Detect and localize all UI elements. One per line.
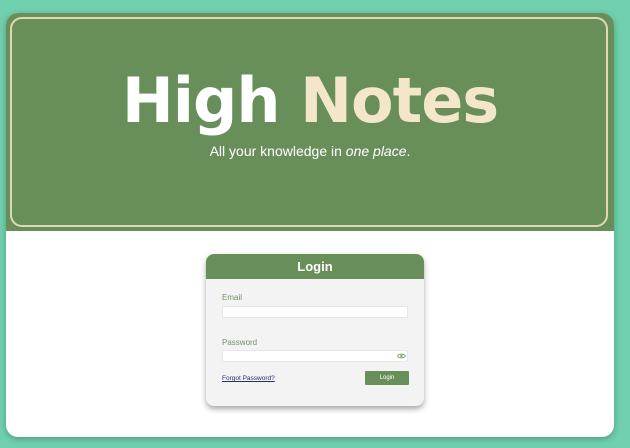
tagline-prefix: All your knowledge in <box>209 143 346 159</box>
password-field[interactable] <box>222 350 408 362</box>
app-title: High Notes <box>6 65 614 137</box>
email-label: Email <box>222 293 243 302</box>
login-button[interactable]: Login <box>365 371 409 385</box>
forgot-password-link[interactable]: Forgot Password? <box>222 375 275 382</box>
app-window: High Notes All your knowledge in one pla… <box>6 13 614 437</box>
email-field[interactable] <box>222 306 408 318</box>
tagline: All your knowledge in one place. <box>6 143 614 159</box>
title-word-high: High <box>121 64 281 137</box>
eye-icon[interactable] <box>397 352 406 360</box>
tagline-suffix: . <box>406 143 411 159</box>
title-word-notes: Notes <box>300 64 499 137</box>
password-label: Password <box>222 338 258 347</box>
login-card: Login Email Password Forgot Password? Lo… <box>206 254 424 406</box>
login-card-header: Login <box>206 254 424 279</box>
tagline-emphasis: one place <box>345 143 407 159</box>
hero-banner: High Notes All your knowledge in one pla… <box>6 13 614 231</box>
